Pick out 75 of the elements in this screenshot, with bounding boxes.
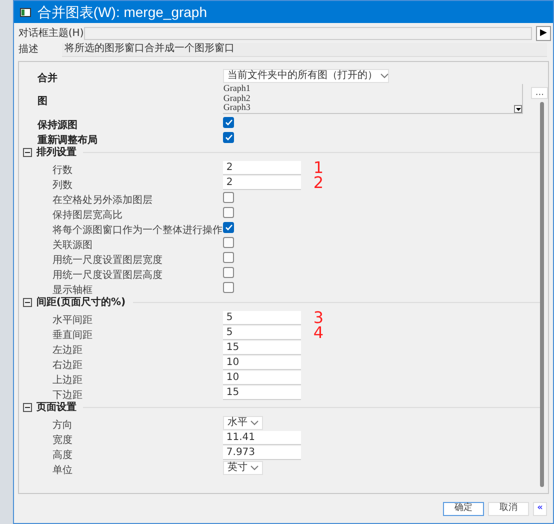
checkbox[interactable] [223, 252, 234, 263]
field-label: 重新调整布局 [37, 134, 98, 146]
field-label: 显示轴框 [51, 284, 92, 296]
field-label: 用统一尺度设置图层宽度 [51, 254, 162, 266]
input-field[interactable]: 10 [223, 356, 302, 370]
input-field[interactable]: 15 [223, 340, 302, 354]
field-label: 在空格处另外添加图层 [51, 194, 152, 206]
input-field[interactable]: 15 [223, 386, 302, 400]
list-item[interactable]: Graph2 [223, 94, 522, 103]
field-label: 上边距 [51, 374, 82, 386]
chevron-down-icon [250, 420, 260, 426]
input-field[interactable]: 11.41 [223, 430, 302, 444]
section-title: 间距(页面尺寸的%) [36, 298, 126, 308]
field-label: 下边距 [51, 390, 82, 400]
field-label: 将每个源图窗口作为一个整体进行操作 [51, 224, 222, 236]
field-label: 垂直间距 [51, 330, 92, 340]
list-item[interactable]: Graph3 [223, 103, 522, 112]
field-label: 方向 [51, 420, 72, 430]
browse-button[interactable]: ... [531, 87, 548, 99]
input-field[interactable]: 2 [223, 160, 302, 174]
checkbox[interactable] [223, 117, 234, 128]
field-label: 宽度 [51, 434, 72, 446]
collapse-icon[interactable] [23, 403, 32, 412]
collapse-button[interactable]: « [533, 502, 547, 516]
field-label: 保持图层宽高比 [51, 210, 122, 220]
scrollbar[interactable] [540, 102, 544, 487]
checkbox[interactable] [223, 282, 234, 293]
field-label: 高度 [51, 450, 72, 460]
input-field[interactable]: 2 [223, 176, 302, 190]
input-field[interactable]: 5 [223, 326, 302, 340]
section-title: 页面设置 [36, 402, 76, 412]
field-label: 右边距 [51, 360, 82, 370]
annotation-number: 4 [313, 324, 324, 340]
field-label: 用统一尺度设置图层高度 [51, 270, 162, 280]
dialog-button[interactable]: 确定 [443, 502, 484, 516]
chevron-down-icon [380, 72, 390, 78]
section-title: 排列设置 [36, 148, 76, 158]
theme-menu-button[interactable]: ▶ [536, 26, 551, 41]
field-label: 列数 [51, 180, 72, 190]
window-icon [20, 8, 32, 16]
checkbox[interactable] [223, 207, 234, 218]
dialog-button[interactable]: 取消 [488, 502, 529, 516]
description-label: 描述 [18, 44, 40, 54]
annotation-number: 3 [313, 310, 324, 326]
field-label: 单位 [51, 464, 72, 476]
annotation-number: 1 [313, 160, 324, 176]
description-text: 将所选的图形窗口合并成一个图形窗口 [64, 44, 234, 54]
checkbox[interactable] [223, 192, 234, 203]
dropdown[interactable]: 英寸 [223, 460, 264, 474]
graph-list[interactable]: Graph1 Graph2 Graph3 [223, 84, 524, 114]
theme-field[interactable] [84, 27, 532, 40]
collapse-icon[interactable] [23, 148, 32, 157]
scroll-down-icon[interactable] [514, 105, 522, 113]
dropdown[interactable]: 当前文件夹中的所有图（打开的） [223, 68, 390, 82]
dropdown[interactable]: 水平 [223, 416, 264, 430]
checkbox[interactable] [223, 222, 234, 233]
input-field[interactable]: 10 [223, 370, 302, 384]
field-label: 合并 [37, 72, 58, 84]
field-label: 左边距 [51, 344, 82, 356]
chevron-down-icon [250, 464, 260, 470]
collapse-icon[interactable] [23, 298, 32, 307]
window-title: 合并图表(W): merge_graph [37, 5, 207, 19]
field-label: 图 [37, 96, 48, 107]
field-label: 水平间距 [51, 314, 92, 326]
field-label: 保持源图 [37, 120, 78, 130]
field-label: 行数 [51, 164, 72, 176]
checkbox[interactable] [223, 132, 234, 143]
input-field[interactable]: 7.973 [223, 446, 302, 460]
input-field[interactable]: 5 [223, 310, 302, 324]
checkbox[interactable] [223, 237, 234, 248]
theme-label: 对话框主题(H) [18, 28, 80, 38]
annotation-number: 2 [313, 174, 324, 190]
checkbox[interactable] [223, 267, 234, 278]
field-label: 关联源图 [51, 240, 92, 250]
list-item[interactable]: Graph1 [223, 84, 522, 94]
